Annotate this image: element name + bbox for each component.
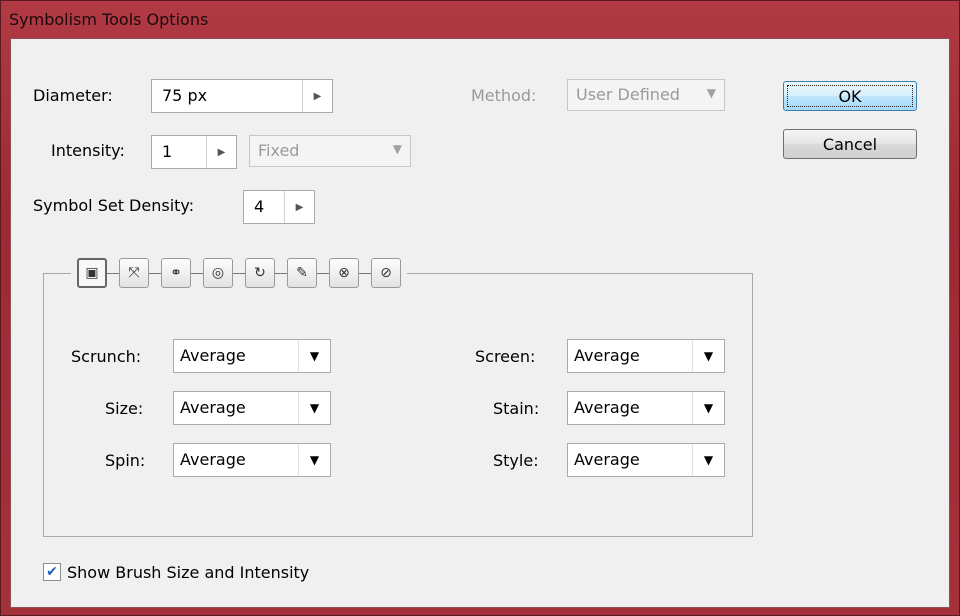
intensity-mode-value: Fixed [258, 141, 300, 160]
density-value: 4 [254, 197, 265, 216]
stain-label: Stain: [493, 399, 540, 418]
diameter-input[interactable]: 75 px ▶ [151, 79, 333, 113]
diameter-value: 75 px [162, 86, 208, 105]
screen-value: Average [574, 346, 640, 365]
intensity-popup-arrow-icon[interactable]: ▶ [206, 136, 236, 168]
chevron-down-icon: ▼ [392, 142, 402, 156]
symbolism-tools-bar: ▣ ⤧ ⚭ ◎ ↻ ✎ ⊗ ⊘ [71, 255, 407, 291]
spin-label: Spin: [105, 451, 146, 470]
symbol-scruncher-icon[interactable]: ⚭ [161, 258, 191, 288]
method-value: User Defined [576, 85, 680, 104]
dialog-window: Symbolism Tools Options Diameter: 75 px … [0, 0, 960, 616]
diameter-label: Diameter: [33, 86, 113, 105]
chevron-down-icon: ▼ [692, 340, 724, 372]
scrunch-value: Average [180, 346, 246, 365]
symbol-spinner-icon[interactable]: ↻ [245, 258, 275, 288]
cancel-button[interactable]: Cancel [783, 129, 917, 159]
symbol-styler-icon[interactable]: ⊘ [371, 258, 401, 288]
diameter-popup-arrow-icon[interactable]: ▶ [302, 80, 332, 112]
intensity-value: 1 [162, 142, 173, 161]
intensity-input[interactable]: 1 ▶ [151, 135, 237, 169]
show-brush-label[interactable]: Show Brush Size and Intensity [67, 563, 309, 582]
style-label: Style: [493, 451, 539, 470]
ok-button[interactable]: OK [783, 81, 917, 111]
scrunch-dropdown[interactable]: Average ▼ [173, 339, 331, 373]
style-value: Average [574, 450, 640, 469]
spin-dropdown[interactable]: Average ▼ [173, 443, 331, 477]
intensity-label: Intensity: [51, 141, 125, 160]
chevron-down-icon: ▼ [692, 392, 724, 424]
dialog-title: Symbolism Tools Options [9, 10, 209, 29]
cancel-button-label: Cancel [822, 134, 878, 154]
spin-value: Average [180, 450, 246, 469]
stain-value: Average [574, 398, 640, 417]
size-value: Average [180, 398, 246, 417]
size-label: Size: [105, 399, 144, 418]
scrunch-label: Scrunch: [71, 347, 142, 366]
symbol-stainer-icon[interactable]: ✎ [287, 258, 317, 288]
chevron-down-icon: ▼ [298, 444, 330, 476]
chevron-down-icon: ▼ [692, 444, 724, 476]
symbol-sprayer-icon[interactable]: ▣ [77, 258, 107, 288]
method-dropdown[interactable]: User Defined ▼ [567, 79, 725, 111]
symbol-sizer-icon[interactable]: ◎ [203, 258, 233, 288]
stain-dropdown[interactable]: Average ▼ [567, 391, 725, 425]
density-popup-arrow-icon[interactable]: ▶ [284, 191, 314, 223]
symbol-screener-icon[interactable]: ⊗ [329, 258, 359, 288]
density-input[interactable]: 4 ▶ [243, 190, 315, 224]
intensity-mode-dropdown[interactable]: Fixed ▼ [249, 135, 411, 167]
screen-label: Screen: [475, 347, 536, 366]
chevron-down-icon: ▼ [298, 340, 330, 372]
style-dropdown[interactable]: Average ▼ [567, 443, 725, 477]
focus-rectangle [787, 85, 913, 107]
method-label: Method: [471, 86, 537, 105]
screen-dropdown[interactable]: Average ▼ [567, 339, 725, 373]
symbol-shifter-icon[interactable]: ⤧ [119, 258, 149, 288]
checkmark-icon: ✔ [46, 564, 58, 580]
show-brush-checkbox[interactable]: ✔ [43, 563, 61, 581]
density-label: Symbol Set Density: [33, 196, 195, 215]
chevron-down-icon: ▼ [706, 86, 716, 100]
dialog-client-area: Diameter: 75 px ▶ Method: User Defined ▼… [10, 38, 950, 608]
size-dropdown[interactable]: Average ▼ [173, 391, 331, 425]
chevron-down-icon: ▼ [298, 392, 330, 424]
title-bar[interactable]: Symbolism Tools Options [1, 1, 959, 37]
